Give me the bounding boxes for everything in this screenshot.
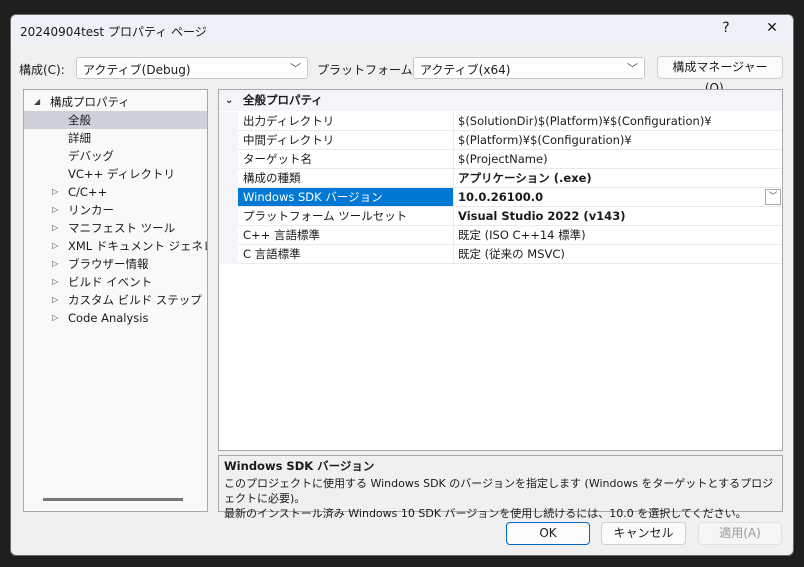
row-gutter (219, 226, 238, 245)
section-title: 全般プロパティ (243, 93, 323, 107)
help-button[interactable]: ? (713, 20, 739, 40)
description-panel: Windows SDK バージョン このプロジェクトに使用する Windows … (218, 455, 783, 520)
tree-item-label: リンカー (68, 203, 114, 217)
close-button[interactable]: ✕ (759, 20, 785, 40)
tree-item[interactable]: VC++ ディレクトリ (24, 165, 207, 183)
tree-item[interactable]: デバッグ (24, 147, 207, 165)
expand-triangle-icon[interactable]: ▷ (52, 255, 58, 273)
platform-dropdown[interactable]: アクティブ(x64) ﹀ (413, 57, 645, 79)
tree-item-label: 全般 (68, 113, 91, 127)
ok-button[interactable]: OK (506, 522, 590, 545)
property-value[interactable]: $(SolutionDir)$(Platform)¥$(Configuratio… (454, 112, 782, 131)
property-pages-dialog: 20240904test プロパティ ページ ? ✕ 構成(C): アクティブ(… (10, 14, 794, 556)
property-value[interactable]: 既定 (ISO C++14 標準) (454, 226, 782, 245)
tree-item-label: 詳細 (68, 131, 91, 145)
row-gutter (219, 188, 238, 207)
tree-item-label: Code Analysis (68, 311, 149, 325)
property-grid[interactable]: ⌄ 全般プロパティ 出力ディレクトリ $(SolutionDir)$(Platfo… (218, 89, 783, 451)
property-row[interactable]: C 言語標準 既定 (従来の MSVC) (219, 245, 782, 264)
tree-item-label: カスタム ビルド ステップ (68, 293, 202, 307)
chevron-down-icon: ﹀ (627, 62, 638, 75)
row-gutter (219, 131, 238, 150)
row-gutter (219, 150, 238, 169)
configuration-value: アクティブ(Debug) (83, 63, 191, 77)
expand-triangle-icon[interactable]: ▷ (52, 237, 58, 255)
property-name: 中間ディレクトリ (238, 131, 454, 149)
expand-triangle-icon[interactable]: ▷ (52, 219, 58, 237)
chevron-down-icon: ﹀ (290, 62, 301, 75)
description-line: このプロジェクトに使用する Windows SDK のバージョンを指定します (… (224, 477, 774, 505)
tree-item[interactable]: ▷ C/C++ (24, 183, 207, 201)
property-row[interactable]: C++ 言語標準 既定 (ISO C++14 標準) (219, 226, 782, 245)
tree-item[interactable]: ▷ XML ドキュメント ジェネレーター (24, 237, 207, 255)
tree-item[interactable]: 詳細 (24, 129, 207, 147)
tree-item-label: マニフェスト ツール (68, 221, 176, 235)
tree-item[interactable]: ▷ カスタム ビルド ステップ (24, 291, 207, 309)
expand-triangle-icon[interactable]: ▷ (52, 183, 58, 201)
expand-triangle-icon[interactable]: ▷ (52, 273, 58, 291)
row-gutter (219, 207, 238, 226)
configuration-label: 構成(C): (19, 63, 65, 77)
tree-item-label: ブラウザー情報 (68, 257, 149, 271)
tree-item-label: デバッグ (68, 149, 114, 163)
row-gutter (219, 112, 238, 131)
expand-triangle-icon[interactable]: ▷ (52, 309, 58, 327)
apply-button[interactable]: 適用(A) (698, 522, 782, 545)
property-name: プラットフォーム ツールセット (238, 207, 454, 225)
property-value[interactable]: $(Platform)¥$(Configuration)¥ (454, 131, 782, 150)
property-name: 出力ディレクトリ (238, 112, 454, 130)
property-name: ターゲット名 (238, 150, 454, 168)
chevron-down-icon: ⌄ (225, 95, 234, 106)
tree-item-label: C/C++ (68, 185, 108, 199)
property-row[interactable]: 出力ディレクトリ $(SolutionDir)$(Platform)¥$(Conf… (219, 112, 782, 131)
tree-item[interactable]: ▷ ビルド イベント (24, 273, 207, 291)
platform-value: アクティブ(x64) (420, 63, 511, 77)
dropdown-chevron-icon[interactable]: ﹀ (765, 189, 781, 205)
tree-item-label: ビルド イベント (68, 275, 153, 289)
tree-root[interactable]: ◢ 構成プロパティ (24, 93, 207, 111)
expanded-triangle-icon: ◢ (34, 97, 41, 106)
tree-root-label: 構成プロパティ (50, 95, 130, 109)
cancel-button[interactable]: キャンセル (601, 522, 686, 545)
description-line: 最新のインストール済み Windows 10 SDK バージョンを使用し続けるに… (224, 507, 747, 520)
property-row[interactable]: 構成の種類 アプリケーション (.exe) (219, 169, 782, 188)
property-name: C++ 言語標準 (238, 226, 454, 244)
property-name: C 言語標準 (238, 245, 454, 263)
row-gutter (219, 169, 238, 188)
configuration-dropdown[interactable]: アクティブ(Debug) ﹀ (76, 57, 308, 79)
tree-item[interactable]: ▷ リンカー (24, 201, 207, 219)
tree-item[interactable]: ▷ ブラウザー情報 (24, 255, 207, 273)
row-gutter (219, 245, 238, 264)
property-value[interactable]: Visual Studio 2022 (v143) (454, 207, 782, 226)
property-name: 構成の種類 (238, 169, 454, 187)
property-row[interactable]: プラットフォーム ツールセット Visual Studio 2022 (v143) (219, 207, 782, 226)
horizontal-scrollbar[interactable] (43, 498, 183, 501)
dialog-title: 20240904test プロパティ ページ (20, 25, 207, 39)
description-title: Windows SDK バージョン (224, 459, 375, 473)
property-value[interactable]: $(ProjectName) (454, 150, 782, 169)
expand-triangle-icon[interactable]: ▷ (52, 201, 58, 219)
property-value[interactable]: 10.0.26100.0 (454, 188, 782, 207)
property-value[interactable]: アプリケーション (.exe) (454, 169, 782, 188)
property-row[interactable]: 中間ディレクトリ $(Platform)¥$(Configuration)¥ (219, 131, 782, 150)
expand-triangle-icon[interactable]: ▷ (52, 291, 58, 309)
property-row[interactable]: Windows SDK バージョン 10.0.26100.0 ﹀ (219, 188, 782, 207)
tree-item[interactable]: ▷ マニフェスト ツール (24, 219, 207, 237)
property-tree[interactable]: ◢ 構成プロパティ 全般詳細デバッグ VC++ ディレクトリ ▷ C/C++ ▷ リンカー… (23, 89, 208, 512)
property-row[interactable]: ターゲット名 $(ProjectName) (219, 150, 782, 169)
tree-item[interactable]: 全般 (24, 111, 207, 129)
tree-item-label: XML ドキュメント ジェネレーター (68, 239, 207, 253)
property-name: Windows SDK バージョン (238, 188, 454, 206)
tree-item[interactable]: ▷ Code Analysis (24, 309, 207, 327)
tree-item-label: VC++ ディレクトリ (68, 167, 176, 181)
title-bar: 20240904test プロパティ ページ ? ✕ (11, 15, 793, 45)
property-value[interactable]: 既定 (従来の MSVC) (454, 245, 782, 264)
configuration-manager-button[interactable]: 構成マネージャー(O)... (657, 56, 783, 95)
section-header[interactable]: ⌄ 全般プロパティ (219, 90, 782, 111)
